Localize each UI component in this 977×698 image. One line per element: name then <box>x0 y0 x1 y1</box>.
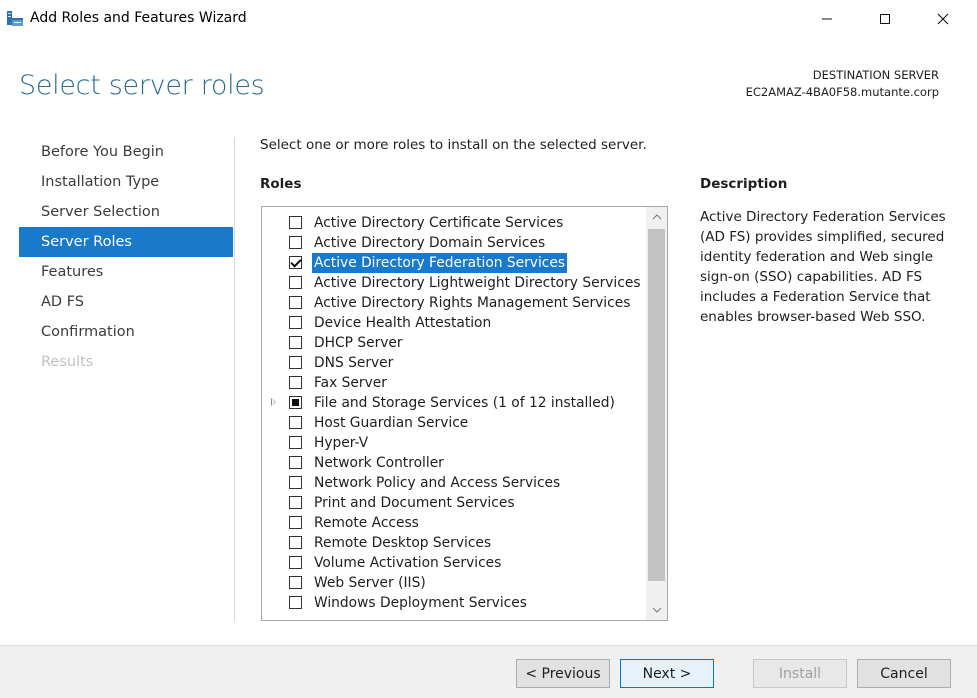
role-label[interactable]: Hyper-V <box>312 433 370 453</box>
role-item-selected[interactable]: Active Directory Federation Services <box>262 253 646 273</box>
role-label[interactable]: Network Policy and Access Services <box>312 473 562 493</box>
expand-arrow-icon[interactable] <box>271 398 276 406</box>
install-button: Install <box>753 659 847 688</box>
role-item[interactable]: Hyper-V <box>262 433 646 453</box>
role-item[interactable]: Device Health Attestation <box>262 313 646 333</box>
server-manager-icon <box>6 10 24 27</box>
role-label[interactable]: Web Server (IIS) <box>312 573 428 593</box>
roles-list: Active Directory Certificate Services Ac… <box>262 213 646 613</box>
role-checkbox[interactable] <box>289 416 302 429</box>
role-checkbox[interactable] <box>289 336 302 349</box>
role-label[interactable]: Active Directory Lightweight Directory S… <box>312 273 643 293</box>
destination-server-label: DESTINATION SERVER <box>812 68 939 82</box>
role-checkbox[interactable] <box>289 436 302 449</box>
role-item[interactable]: Volume Activation Services <box>262 553 646 573</box>
roles-heading: Roles <box>260 176 302 192</box>
role-checkbox[interactable] <box>289 496 302 509</box>
nav-item-confirmation[interactable]: Confirmation <box>19 317 233 347</box>
role-item[interactable]: Active Directory Lightweight Directory S… <box>262 273 646 293</box>
role-item[interactable]: Network Policy and Access Services <box>262 473 646 493</box>
nav-item-features[interactable]: Features <box>19 257 233 287</box>
window-title: Add Roles and Features Wizard <box>30 10 247 26</box>
role-item[interactable]: Active Directory Domain Services <box>262 233 646 253</box>
role-label[interactable]: Volume Activation Services <box>312 553 503 573</box>
role-checkbox[interactable] <box>289 576 302 589</box>
role-item[interactable]: Windows Deployment Services <box>262 593 646 613</box>
role-label[interactable]: Active Directory Federation Services <box>312 253 568 273</box>
scroll-down-button[interactable] <box>646 600 667 620</box>
title-bar: Add Roles and Features Wizard <box>0 0 977 38</box>
role-label[interactable]: File and Storage Services (1 of 12 insta… <box>312 393 617 413</box>
role-checkbox[interactable] <box>289 456 302 469</box>
nav-item-ad-fs[interactable]: AD FS <box>19 287 233 317</box>
role-checkbox[interactable] <box>289 356 302 369</box>
role-checkbox[interactable] <box>289 236 302 249</box>
nav-item-installation-type[interactable]: Installation Type <box>19 167 233 197</box>
nav-item-before-you-begin[interactable]: Before You Begin <box>19 137 233 167</box>
role-checkbox[interactable] <box>289 276 302 289</box>
role-label[interactable]: DHCP Server <box>312 333 405 353</box>
roles-scrollbar[interactable] <box>646 207 667 620</box>
description-heading: Description <box>700 176 788 192</box>
role-label[interactable]: Active Directory Domain Services <box>312 233 547 253</box>
role-checkbox-checked[interactable] <box>289 256 302 269</box>
role-checkbox[interactable] <box>289 516 302 529</box>
role-label[interactable]: Windows Deployment Services <box>312 593 529 613</box>
instruction-text: Select one or more roles to install on t… <box>260 137 647 153</box>
role-label[interactable]: DNS Server <box>312 353 395 373</box>
role-label[interactable]: Remote Desktop Services <box>312 533 493 553</box>
role-item[interactable]: Host Guardian Service <box>262 413 646 433</box>
role-label[interactable]: Host Guardian Service <box>312 413 470 433</box>
role-item-expandable[interactable]: File and Storage Services (1 of 12 insta… <box>262 393 646 413</box>
role-item[interactable]: DNS Server <box>262 353 646 373</box>
role-item[interactable]: Print and Document Services <box>262 493 646 513</box>
role-item[interactable]: DHCP Server <box>262 333 646 353</box>
nav-item-server-roles[interactable]: Server Roles <box>19 227 233 257</box>
role-checkbox[interactable] <box>289 596 302 609</box>
role-item[interactable]: Remote Access <box>262 513 646 533</box>
role-item[interactable]: Web Server (IIS) <box>262 573 646 593</box>
role-label[interactable]: Device Health Attestation <box>312 313 493 333</box>
minimize-icon <box>822 18 832 20</box>
close-button[interactable] <box>920 0 966 38</box>
role-checkbox[interactable] <box>289 476 302 489</box>
role-checkbox[interactable] <box>289 376 302 389</box>
destination-server-name: EC2AMAZ-4BA0F58.mutante.corp <box>745 85 939 99</box>
chevron-down-icon <box>652 607 661 613</box>
minimize-button[interactable] <box>804 0 850 38</box>
role-label[interactable]: Print and Document Services <box>312 493 517 513</box>
role-label[interactable]: Fax Server <box>312 373 389 393</box>
role-label[interactable]: Remote Access <box>312 513 421 533</box>
next-button[interactable]: Next > <box>620 659 714 688</box>
close-icon <box>937 13 949 25</box>
role-checkbox[interactable] <box>289 316 302 329</box>
role-item[interactable]: Fax Server <box>262 373 646 393</box>
maximize-button[interactable] <box>862 0 908 38</box>
role-checkbox[interactable] <box>289 296 302 309</box>
chevron-up-icon <box>652 214 661 220</box>
role-checkbox-partial[interactable] <box>289 396 302 409</box>
role-item[interactable]: Active Directory Certificate Services <box>262 213 646 233</box>
role-checkbox[interactable] <box>289 536 302 549</box>
nav-divider <box>234 137 235 621</box>
description-text: Active Directory Federation Services (AD… <box>700 209 946 325</box>
page-title: Select server roles <box>19 70 265 101</box>
role-checkbox[interactable] <box>289 216 302 229</box>
previous-button[interactable]: < Previous <box>516 659 610 688</box>
role-item[interactable]: Network Controller <box>262 453 646 473</box>
nav-item-results: Results <box>41 354 94 370</box>
role-label[interactable]: Active Directory Certificate Services <box>312 213 565 233</box>
nav-item-server-selection[interactable]: Server Selection <box>19 197 233 227</box>
role-item[interactable]: Active Directory Rights Management Servi… <box>262 293 646 313</box>
cancel-button[interactable]: Cancel <box>857 659 951 688</box>
maximize-icon <box>880 14 890 24</box>
role-item[interactable]: Remote Desktop Services <box>262 533 646 553</box>
wizard-steps-nav: Before You Begin Installation Type Serve… <box>19 137 233 377</box>
scroll-up-button[interactable] <box>646 207 667 227</box>
role-label[interactable]: Network Controller <box>312 453 446 473</box>
role-checkbox[interactable] <box>289 556 302 569</box>
roles-list-box: Active Directory Certificate Services Ac… <box>261 206 668 621</box>
scroll-thumb[interactable] <box>648 229 665 581</box>
role-label[interactable]: Active Directory Rights Management Servi… <box>312 293 632 313</box>
